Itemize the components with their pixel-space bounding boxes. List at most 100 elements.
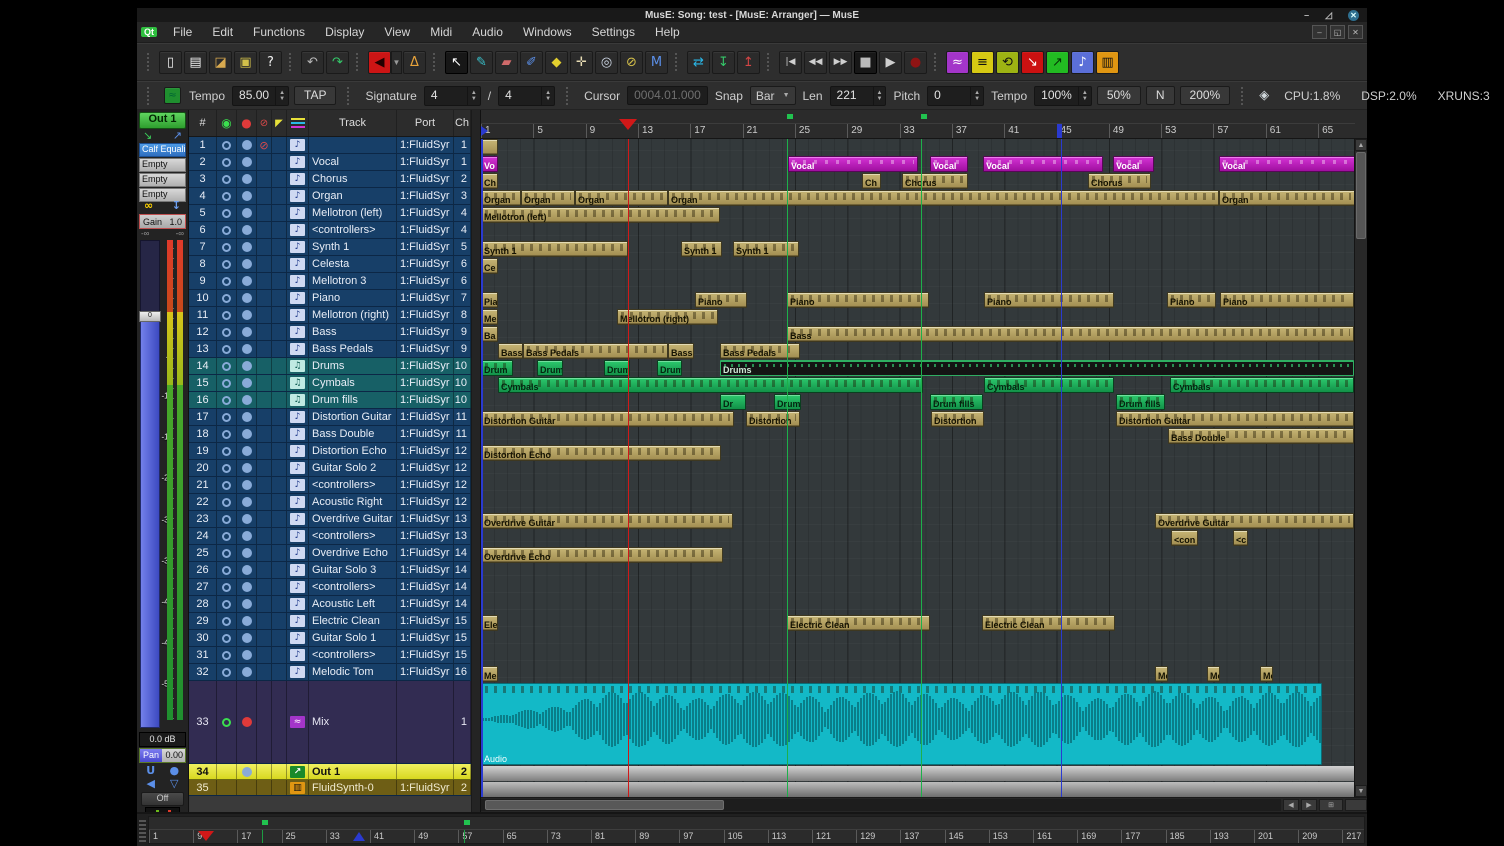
- fader-handle[interactable]: 0: [139, 311, 161, 322]
- solo-indicator[interactable]: [217, 511, 237, 527]
- menu-windows[interactable]: Windows: [513, 24, 582, 40]
- track-type-icon[interactable]: ♪: [287, 579, 309, 595]
- hscroll-track[interactable]: [481, 799, 1281, 811]
- track-name[interactable]: <controllers>: [309, 528, 397, 544]
- arranger-part[interactable]: Dr: [720, 394, 746, 410]
- track-port[interactable]: 1:FluidSyr: [397, 579, 454, 595]
- pencil-tool-button[interactable]: ✎: [470, 51, 493, 74]
- track-row[interactable]: 27♪<controllers>1:FluidSyr14: [189, 579, 471, 596]
- track-name[interactable]: Drum fills: [309, 392, 397, 408]
- arranger-part[interactable]: Chorus: [902, 173, 968, 189]
- scroll-up-button[interactable]: ▲: [1355, 139, 1367, 151]
- mute-indicator[interactable]: [257, 460, 272, 476]
- arranger-part[interactable]: Vocal: [788, 156, 918, 172]
- mdi-restore-button[interactable]: ◱: [1330, 25, 1345, 39]
- arranger-part[interactable]: Mellotron (left): [481, 207, 720, 223]
- track-port[interactable]: 1:FluidSyr: [397, 460, 454, 476]
- record-indicator[interactable]: [237, 528, 257, 544]
- mdi-close-button[interactable]: ✕: [1348, 25, 1363, 39]
- track-port[interactable]: 1:FluidSyr: [397, 443, 454, 459]
- mute-indicator[interactable]: [257, 188, 272, 204]
- mute-indicator[interactable]: [257, 290, 272, 306]
- record-indicator[interactable]: [237, 494, 257, 510]
- record-indicator[interactable]: [237, 780, 257, 795]
- mute-indicator[interactable]: [257, 392, 272, 408]
- solo-indicator[interactable]: [217, 205, 237, 221]
- flag-cell[interactable]: [272, 681, 287, 763]
- monitor-icon[interactable]: ▽: [163, 777, 187, 790]
- open-button[interactable]: ◪: [209, 51, 232, 74]
- track-port[interactable]: 1:FluidSyr: [397, 664, 454, 680]
- record-indicator[interactable]: [237, 630, 257, 646]
- track-name[interactable]: Guitar Solo 2: [309, 460, 397, 476]
- track-port[interactable]: 1:FluidSyr: [397, 780, 454, 795]
- toolbar-grip[interactable]: [934, 51, 939, 73]
- solo-indicator[interactable]: [217, 494, 237, 510]
- track-type-icon[interactable]: ♪: [287, 477, 309, 493]
- track-name[interactable]: Celesta: [309, 256, 397, 272]
- track-name[interactable]: Overdrive Guitar: [309, 511, 397, 527]
- go-to-start-button[interactable]: |◀: [779, 51, 802, 74]
- track-channel[interactable]: 4: [454, 205, 471, 221]
- arranger-part[interactable]: Bass Pedals: [720, 343, 800, 359]
- arranger-part[interactable]: Pia: [481, 292, 498, 308]
- track-name[interactable]: Distortion Echo: [309, 443, 397, 459]
- close-button[interactable]: ✕: [1348, 10, 1359, 21]
- record-indicator[interactable]: [237, 290, 257, 306]
- arranger-part[interactable]: Ele: [481, 615, 498, 631]
- track-channel[interactable]: 11: [454, 409, 471, 425]
- mute-indicator[interactable]: [257, 494, 272, 510]
- track-type-icon[interactable]: ♪: [287, 613, 309, 629]
- flag-cell[interactable]: [272, 426, 287, 442]
- solo-indicator[interactable]: [217, 324, 237, 340]
- flag-cell[interactable]: [272, 409, 287, 425]
- track-type-icon[interactable]: ♪: [287, 307, 309, 323]
- track-row[interactable]: 31♪<controllers>1:FluidSyr15: [189, 647, 471, 664]
- arranger-part[interactable]: Bass: [668, 343, 694, 359]
- arranger-part[interactable]: Ch: [862, 173, 881, 189]
- arranger-part[interactable]: <c: [1233, 530, 1248, 546]
- track-port[interactable]: 1:FluidSyr: [397, 511, 454, 527]
- track-name[interactable]: Out 1: [309, 764, 397, 779]
- flag-cell[interactable]: [272, 764, 287, 779]
- arranger-part[interactable]: Drum: [537, 360, 563, 376]
- track-type-icon[interactable]: ♪: [287, 188, 309, 204]
- track-type-icon[interactable]: ♪: [287, 511, 309, 527]
- arranger-part[interactable]: <con: [1171, 530, 1198, 546]
- flag-cell[interactable]: [272, 630, 287, 646]
- piano-roll-button[interactable]: ▥: [1096, 51, 1119, 74]
- solo-indicator[interactable]: [217, 222, 237, 238]
- arranger-part[interactable]: Vocal: [930, 156, 968, 172]
- toolbar-grip[interactable]: [433, 51, 438, 73]
- solo-indicator[interactable]: [217, 596, 237, 612]
- arranger-part[interactable]: Bass: [787, 326, 1354, 342]
- track-name[interactable]: Cymbals: [309, 375, 397, 391]
- arranger-part[interactable]: Distortion Echo: [481, 445, 721, 461]
- mute-indicator[interactable]: [257, 511, 272, 527]
- arranger-part[interactable]: Vocal: [1113, 156, 1154, 172]
- menu-edit[interactable]: Edit: [202, 24, 243, 40]
- track-name[interactable]: <controllers>: [309, 647, 397, 663]
- mute-indicator[interactable]: [257, 630, 272, 646]
- arranger-part[interactable]: Piano: [695, 292, 747, 308]
- arranger-part[interactable]: Drum: [604, 360, 630, 376]
- mute-indicator[interactable]: [257, 528, 272, 544]
- flag-cell[interactable]: [272, 256, 287, 272]
- track-name[interactable]: Electric Clean: [309, 613, 397, 629]
- track-name[interactable]: FluidSynth-0: [309, 780, 397, 795]
- track-type-icon[interactable]: ♪: [287, 545, 309, 561]
- track-type-icon[interactable]: ♪: [287, 494, 309, 510]
- track-name[interactable]: Guitar Solo 3: [309, 562, 397, 578]
- col-track[interactable]: Track: [309, 110, 397, 136]
- arranger-part[interactable]: Overdrive Echo: [481, 547, 723, 563]
- track-name[interactable]: <controllers>: [309, 222, 397, 238]
- record-indicator[interactable]: [237, 307, 257, 323]
- track-channel[interactable]: 15: [454, 613, 471, 629]
- toolbar-grip[interactable]: [147, 51, 152, 73]
- track-type-icon[interactable]: ♪: [287, 562, 309, 578]
- solo-indicator[interactable]: [217, 780, 237, 795]
- menu-midi[interactable]: Midi: [420, 24, 462, 40]
- track-row[interactable]: 14♫Drums1:FluidSyr10: [189, 358, 471, 375]
- input-routing-icon[interactable]: ↘: [143, 129, 152, 142]
- arranger-part[interactable]: Organ: [481, 190, 521, 206]
